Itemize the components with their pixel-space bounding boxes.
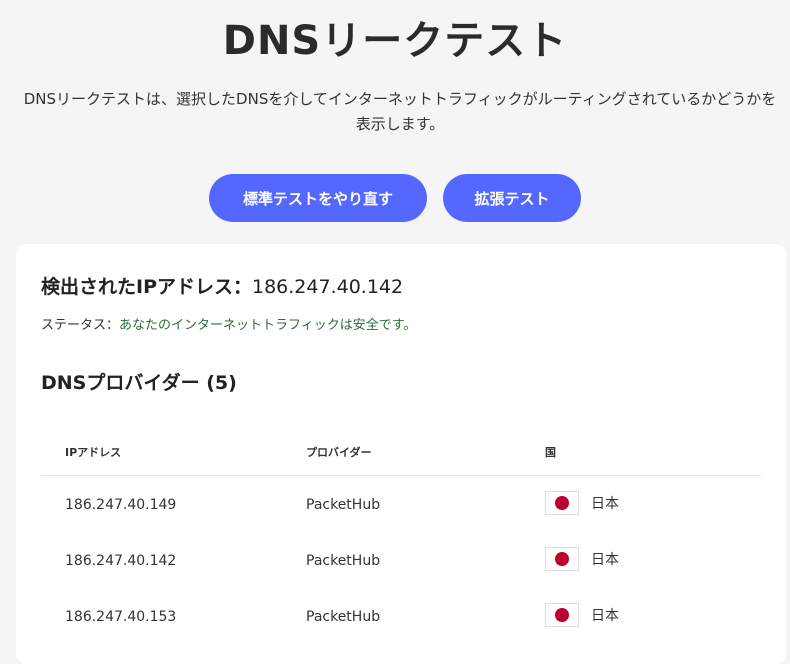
row-country: 日本 bbox=[545, 491, 619, 515]
row-ip: 186.247.40.142 bbox=[65, 553, 177, 569]
japan-flag-icon bbox=[545, 491, 579, 515]
row-country: 日本 bbox=[545, 603, 619, 627]
row-provider: PacketHub bbox=[306, 609, 381, 625]
detected-ip: 検出されたIPアドレス：186.247.40.142 bbox=[41, 272, 403, 299]
page-description: DNSリークテストは、選択したDNSを介してインターネットトラフィックがルーティ… bbox=[23, 90, 777, 133]
detected-ip-value: 186.247.40.142 bbox=[252, 276, 404, 298]
rerun-standard-test-button[interactable]: 標準テストをやり直す bbox=[209, 174, 427, 222]
page-title: DNSリークテスト bbox=[222, 18, 568, 64]
row-ip: 186.247.40.153 bbox=[65, 609, 177, 625]
row-country: 日本 bbox=[545, 547, 619, 571]
row-country-label: 日本 bbox=[591, 608, 619, 624]
column-header-country: 国 bbox=[545, 446, 556, 459]
results-card: 検出されたIPアドレス：186.247.40.142 ステータス：あなたのインタ… bbox=[16, 244, 786, 664]
table-row: 186.247.40.142 PacketHub 日本 bbox=[41, 533, 761, 589]
table-row: 186.247.40.153 PacketHub 日本 bbox=[41, 589, 761, 645]
dns-providers-heading: DNSプロバイダー (5) bbox=[41, 372, 237, 394]
row-country-label: 日本 bbox=[591, 552, 619, 568]
row-provider: PacketHub bbox=[306, 497, 381, 513]
detected-ip-label: 検出されたIPアドレス： bbox=[41, 276, 252, 298]
status-line: ステータス：あなたのインターネットトラフィックは安全です。 bbox=[41, 314, 416, 333]
row-country-label: 日本 bbox=[591, 496, 619, 512]
row-ip: 186.247.40.149 bbox=[65, 497, 177, 513]
japan-flag-icon bbox=[545, 603, 579, 627]
table-row: 186.247.40.149 PacketHub 日本 bbox=[41, 477, 761, 533]
action-buttons: 標準テストをやり直す 拡張テスト bbox=[0, 174, 790, 222]
status-label: ステータス： bbox=[41, 318, 120, 333]
providers-table-header: IPアドレス プロバイダー 国 bbox=[41, 444, 761, 476]
extended-test-button[interactable]: 拡張テスト bbox=[443, 174, 581, 222]
japan-flag-icon bbox=[545, 547, 579, 571]
row-provider: PacketHub bbox=[306, 553, 381, 569]
status-value: あなたのインターネットトラフィックは安全です。 bbox=[119, 318, 417, 333]
column-header-ip: IPアドレス bbox=[65, 446, 122, 459]
column-header-provider: プロバイダー bbox=[306, 446, 372, 459]
